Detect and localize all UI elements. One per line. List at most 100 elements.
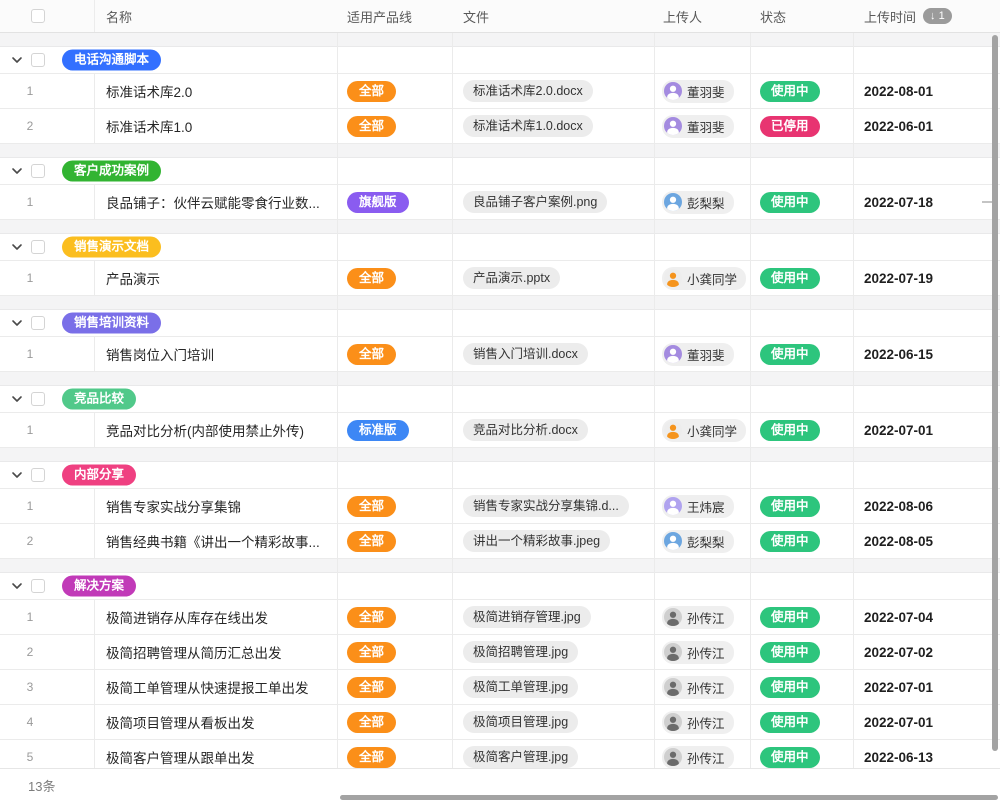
file-cell[interactable]: 标准话术库2.0.docx (452, 74, 654, 108)
vertical-scrollbar[interactable] (992, 35, 998, 751)
collapse-chevron-icon[interactable] (11, 580, 23, 592)
status-cell[interactable]: 使用中 (750, 185, 853, 219)
group-checkbox[interactable] (31, 316, 45, 330)
name-cell[interactable]: 良品铺子：伙伴云赋能零食行业数... (94, 185, 337, 219)
uploader-cell[interactable]: 董羽斐 (654, 74, 750, 108)
name-cell[interactable]: 标准话术库2.0 (94, 74, 337, 108)
uploader-cell[interactable]: 董羽斐 (654, 109, 750, 143)
table-row[interactable]: 1产品演示全部产品演示.pptx小龚同学使用中2022-07-19 (0, 261, 1000, 296)
collapse-chevron-icon[interactable] (11, 469, 23, 481)
file-cell[interactable]: 极简进销存管理.jpg (452, 600, 654, 634)
upload-date-cell[interactable]: 2022-07-18 (853, 185, 1000, 219)
file-attachment-pill[interactable]: 标准话术库1.0.docx (463, 115, 593, 137)
product-line-cell[interactable]: 标准版 (337, 413, 452, 447)
file-cell[interactable]: 极简招聘管理.jpg (452, 635, 654, 669)
status-cell[interactable]: 使用中 (750, 489, 853, 523)
name-cell[interactable]: 竞品对比分析(内部使用禁止外传) (94, 413, 337, 447)
uploader-cell[interactable]: 彭梨梨 (654, 185, 750, 219)
upload-date-cell[interactable]: 2022-07-02 (853, 635, 1000, 669)
file-attachment-pill[interactable]: 产品演示.pptx (463, 267, 560, 289)
group-checkbox[interactable] (31, 53, 45, 67)
file-cell[interactable]: 标准话术库1.0.docx (452, 109, 654, 143)
file-cell[interactable]: 极简项目管理.jpg (452, 705, 654, 739)
uploader-cell[interactable]: 小龚同学 (654, 413, 750, 447)
collapse-chevron-icon[interactable] (11, 241, 23, 253)
status-cell[interactable]: 使用中 (750, 74, 853, 108)
uploader-cell[interactable]: 王炜宸 (654, 489, 750, 523)
file-cell[interactable]: 讲出一个精彩故事.jpeg (452, 524, 654, 558)
file-attachment-pill[interactable]: 良品铺子客户案例.png (463, 191, 607, 213)
file-attachment-pill[interactable]: 标准话术库2.0.docx (463, 80, 593, 102)
name-cell[interactable]: 销售岗位入门培训 (94, 337, 337, 371)
uploader-cell[interactable]: 孙传江 (654, 600, 750, 634)
table-row[interactable]: 1销售岗位入门培训全部销售入门培训.docx董羽斐使用中2022-06-15 (0, 337, 1000, 372)
table-row[interactable]: 1良品铺子：伙伴云赋能零食行业数...旗舰版良品铺子客户案例.png彭梨梨使用中… (0, 185, 1000, 220)
column-header-product-line[interactable]: 适用产品线 (337, 0, 452, 32)
file-attachment-pill[interactable]: 极简客户管理.jpg (463, 746, 578, 768)
uploader-cell[interactable]: 彭梨梨 (654, 524, 750, 558)
file-attachment-pill[interactable]: 极简进销存管理.jpg (463, 606, 591, 628)
name-cell[interactable]: 销售专家实战分享集锦 (94, 489, 337, 523)
select-all-checkbox[interactable] (31, 9, 45, 23)
file-cell[interactable]: 竞品对比分析.docx (452, 413, 654, 447)
upload-date-cell[interactable]: 2022-07-04 (853, 600, 1000, 634)
status-cell[interactable]: 使用中 (750, 337, 853, 371)
file-attachment-pill[interactable]: 讲出一个精彩故事.jpeg (463, 530, 610, 552)
name-cell[interactable]: 销售经典书籍《讲出一个精彩故事... (94, 524, 337, 558)
file-attachment-pill[interactable]: 销售专家实战分享集锦.d... (463, 495, 629, 517)
group-checkbox[interactable] (31, 164, 45, 178)
upload-date-cell[interactable]: 2022-06-15 (853, 337, 1000, 371)
column-header-file[interactable]: 文件 (452, 0, 654, 32)
product-line-cell[interactable]: 全部 (337, 635, 452, 669)
table-row[interactable]: 1竞品对比分析(内部使用禁止外传)标准版竞品对比分析.docx小龚同学使用中20… (0, 413, 1000, 448)
collapse-chevron-icon[interactable] (11, 54, 23, 66)
column-header-uploader[interactable]: 上传人 (654, 0, 750, 32)
status-cell[interactable]: 使用中 (750, 705, 853, 739)
collapse-chevron-icon[interactable] (11, 393, 23, 405)
product-line-cell[interactable]: 全部 (337, 524, 452, 558)
file-cell[interactable]: 良品铺子客户案例.png (452, 185, 654, 219)
horizontal-scrollbar[interactable] (340, 795, 998, 800)
name-cell[interactable]: 极简进销存从库存在线出发 (94, 600, 337, 634)
product-line-cell[interactable]: 全部 (337, 74, 452, 108)
product-line-cell[interactable]: 全部 (337, 600, 452, 634)
column-header-name[interactable]: 名称 (94, 0, 337, 32)
file-attachment-pill[interactable]: 销售入门培训.docx (463, 343, 588, 365)
column-header-upload-time[interactable]: 上传时间 ↓ 1 (853, 0, 1000, 32)
group-checkbox[interactable] (31, 468, 45, 482)
file-attachment-pill[interactable]: 极简招聘管理.jpg (463, 641, 578, 663)
group-checkbox[interactable] (31, 579, 45, 593)
group-checkbox[interactable] (31, 240, 45, 254)
uploader-cell[interactable]: 小龚同学 (654, 261, 750, 295)
file-cell[interactable]: 极简工单管理.jpg (452, 670, 654, 704)
file-cell[interactable]: 产品演示.pptx (452, 261, 654, 295)
status-cell[interactable]: 使用中 (750, 670, 853, 704)
table-row[interactable]: 1极简进销存从库存在线出发全部极简进销存管理.jpg孙传江使用中2022-07-… (0, 600, 1000, 635)
upload-date-cell[interactable]: 2022-08-06 (853, 489, 1000, 523)
name-cell[interactable]: 标准话术库1.0 (94, 109, 337, 143)
uploader-cell[interactable]: 董羽斐 (654, 337, 750, 371)
group-checkbox[interactable] (31, 392, 45, 406)
upload-date-cell[interactable]: 2022-07-01 (853, 670, 1000, 704)
name-cell[interactable]: 极简工单管理从快速提报工单出发 (94, 670, 337, 704)
uploader-cell[interactable]: 孙传江 (654, 670, 750, 704)
product-line-cell[interactable]: 全部 (337, 109, 452, 143)
file-cell[interactable]: 销售专家实战分享集锦.d... (452, 489, 654, 523)
column-header-status[interactable]: 状态 (750, 0, 853, 32)
upload-date-cell[interactable]: 2022-06-01 (853, 109, 1000, 143)
uploader-cell[interactable]: 孙传江 (654, 635, 750, 669)
name-cell[interactable]: 产品演示 (94, 261, 337, 295)
status-cell[interactable]: 使用中 (750, 635, 853, 669)
product-line-cell[interactable]: 旗舰版 (337, 185, 452, 219)
sort-order-badge[interactable]: ↓ 1 (923, 8, 952, 24)
status-cell[interactable]: 使用中 (750, 261, 853, 295)
table-row[interactable]: 2标准话术库1.0全部标准话术库1.0.docx董羽斐已停用2022-06-01 (0, 109, 1000, 144)
file-cell[interactable]: 销售入门培训.docx (452, 337, 654, 371)
upload-date-cell[interactable]: 2022-07-19 (853, 261, 1000, 295)
product-line-cell[interactable]: 全部 (337, 261, 452, 295)
table-row[interactable]: 4极简项目管理从看板出发全部极简项目管理.jpg孙传江使用中2022-07-01 (0, 705, 1000, 740)
table-row[interactable]: 2极简招聘管理从简历汇总出发全部极简招聘管理.jpg孙传江使用中2022-07-… (0, 635, 1000, 670)
status-cell[interactable]: 已停用 (750, 109, 853, 143)
table-row[interactable]: 1销售专家实战分享集锦全部销售专家实战分享集锦.d...王炜宸使用中2022-0… (0, 489, 1000, 524)
table-row[interactable]: 3极简工单管理从快速提报工单出发全部极简工单管理.jpg孙传江使用中2022-0… (0, 670, 1000, 705)
